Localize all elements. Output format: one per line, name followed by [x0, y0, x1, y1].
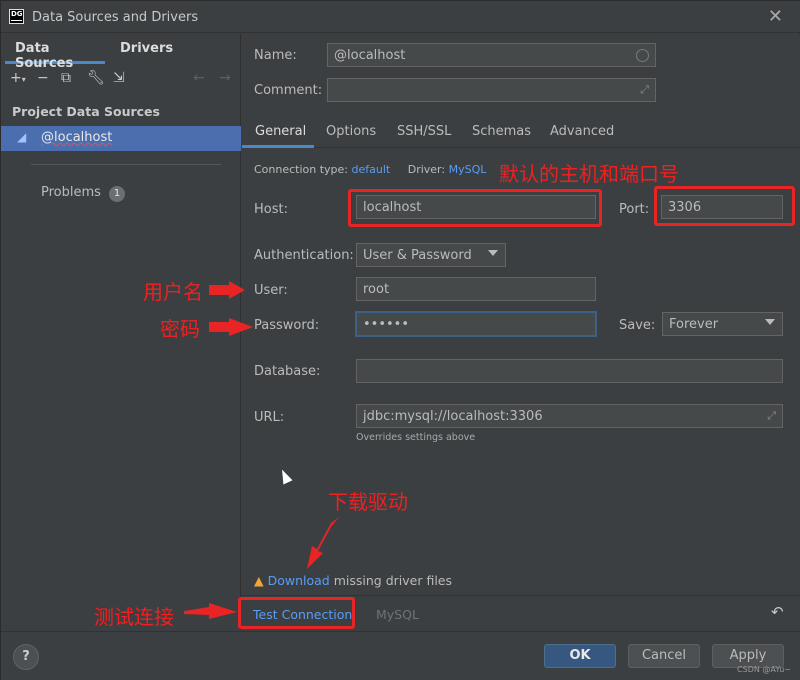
annotation-arrows: [184, 281, 339, 619]
dialog-window: DG Data Sources and Drivers ✕ Data Sourc…: [0, 0, 800, 680]
arrow-to-download: [307, 517, 339, 569]
arrow-to-user: [209, 281, 245, 299]
arrow-to-password: [209, 318, 253, 336]
watermark: CSDN @AYu~: [737, 665, 791, 674]
arrow-to-test-connection: [184, 603, 237, 619]
